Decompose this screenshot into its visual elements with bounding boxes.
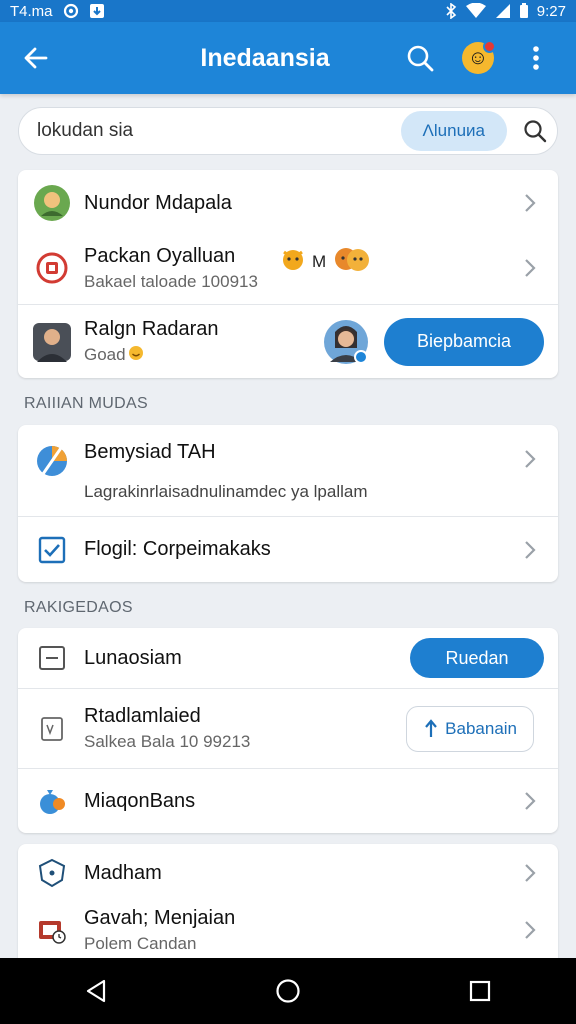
updates-card: Bemysiad TAH Lagrakinrlaisadnulinamdec y… [18, 425, 558, 582]
page-title: Inedaansia [200, 43, 330, 72]
square-recents-icon [469, 980, 491, 1002]
chevron-right-icon [516, 536, 544, 564]
item-title: Flogil: Corpeimakaks [84, 538, 271, 560]
nav-back-button[interactable] [66, 961, 126, 1021]
item-subtitle: Salkea Bala 10 99213 [84, 732, 251, 751]
contact-avatar[interactable] [322, 318, 370, 366]
triangle-back-icon [86, 979, 106, 1003]
chevron-right-icon [516, 916, 544, 944]
wifi-icon [465, 3, 487, 19]
more-vertical-icon [533, 46, 539, 70]
avatar [32, 322, 72, 362]
chevron-right-icon [516, 254, 544, 282]
search-input[interactable]: lokudan sia [37, 120, 401, 142]
list-item[interactable]: Gavah; Menjaian Polem Candan [18, 902, 558, 958]
item-subtitle: Polem Candan [84, 933, 197, 953]
chevron-right-icon [516, 787, 544, 815]
chevron-right-icon [516, 189, 544, 217]
section-header: RAIIIAN MUDAS [24, 395, 148, 412]
action-button[interactable]: Ruedan [410, 638, 544, 678]
circle-home-icon [276, 979, 300, 1003]
record-icon [63, 3, 79, 19]
records-card: Lunaosiam Ruedan Rtadlamlaied Salkea Bal… [18, 628, 558, 833]
list-item[interactable]: Bemysiad TAH Lagrakinrlaisadnulinamdec y… [18, 425, 558, 516]
search-filter-chip[interactable]: Λlunuиa [400, 111, 507, 151]
sphere-icon [32, 441, 72, 481]
arrow-up-icon [425, 718, 438, 737]
item-title: Ralgn Radaran [84, 317, 219, 340]
search-bar[interactable]: lokudan sia Λlunuиa [18, 107, 558, 155]
arrow-left-icon [24, 47, 48, 69]
secondary-action-label: Babanain [445, 718, 517, 738]
item-title: MiaqonBans [84, 789, 196, 812]
item-subtitle: Lagrakinrlaisadnulinamdec ya lpallam [84, 482, 368, 501]
emoji-badges: M [280, 244, 372, 279]
back-button[interactable] [0, 22, 72, 94]
section-header: RAKIGEDAOS [24, 599, 133, 616]
emoji-badge-label: M [312, 251, 327, 271]
avatar [32, 183, 72, 223]
list-item[interactable]: Flogil: Corpeimakaks [18, 516, 558, 582]
list-item[interactable]: Packan Oyalluan Bakael taloade 100913 M [18, 232, 558, 304]
cat-emoji-icon [280, 246, 306, 277]
item-title: Bemysiad TAH [84, 441, 216, 463]
checkbox-icon[interactable] [32, 530, 72, 570]
list-item[interactable]: Madham [18, 844, 558, 902]
list-item[interactable]: Lunaosiam Ruedan [18, 628, 558, 688]
item-title: Rtadlamlaied [84, 705, 201, 727]
item-title: Nundor Mdapala [84, 191, 232, 214]
status-bar: T4.ma 9:27 [0, 0, 576, 22]
chevron-right-icon [516, 859, 544, 887]
app-icon [32, 248, 72, 288]
signal-icon [495, 3, 511, 19]
item-subtitle: Goad [84, 345, 126, 364]
smile-emoji-icon [128, 345, 144, 366]
list-item[interactable]: Rtadlamlaied Salkea Bala 10 99213 Babana… [18, 688, 558, 768]
primary-action-button[interactable]: Biepbamcia [384, 317, 544, 366]
status-time-right: 9:27 [536, 2, 566, 20]
item-title: Gavah; Menjaian [84, 906, 236, 929]
nav-home-button[interactable] [258, 961, 318, 1021]
item-title: Lunaosiam [84, 646, 182, 669]
online-badge-icon [354, 349, 368, 364]
archive-icon [32, 910, 72, 950]
nav-recents-button[interactable] [450, 961, 510, 1021]
status-time-left: T4.ma [10, 2, 53, 20]
search-button[interactable] [398, 36, 442, 80]
money-bag-icon [32, 781, 72, 821]
contacts-card: Nundor Mdapala Packan Oyalluan Bakael ta… [18, 170, 558, 378]
system-nav-bar [0, 958, 576, 1024]
notification-dot-icon [483, 40, 496, 53]
search-icon [524, 120, 547, 143]
list-item[interactable]: Ralgn Radaran Goad Biepbamcia [18, 304, 558, 378]
search-submit-button[interactable] [513, 109, 557, 153]
more-button[interactable] [514, 36, 558, 80]
profile-button[interactable]: ☺ [456, 36, 500, 80]
item-title: Madham [84, 861, 162, 884]
chevron-right-icon [516, 445, 544, 473]
settings-card: Madham Gavah; Menjaian Polem Candan [18, 844, 558, 974]
bluetooth-icon [445, 3, 457, 19]
list-item[interactable]: Nundor Mdapala [18, 170, 558, 232]
app-bar: Inedaansia ☺ [0, 22, 576, 94]
document-icon [32, 709, 72, 749]
download-icon [89, 3, 105, 19]
shield-icon [32, 853, 72, 893]
list-item[interactable]: MiaqonBans [18, 768, 558, 833]
search-icon [407, 45, 434, 72]
cat-pair-emoji-icon [332, 244, 372, 279]
battery-icon [519, 3, 529, 19]
secondary-action-button[interactable]: Babanain [406, 705, 534, 752]
minus-box-icon [32, 638, 72, 678]
